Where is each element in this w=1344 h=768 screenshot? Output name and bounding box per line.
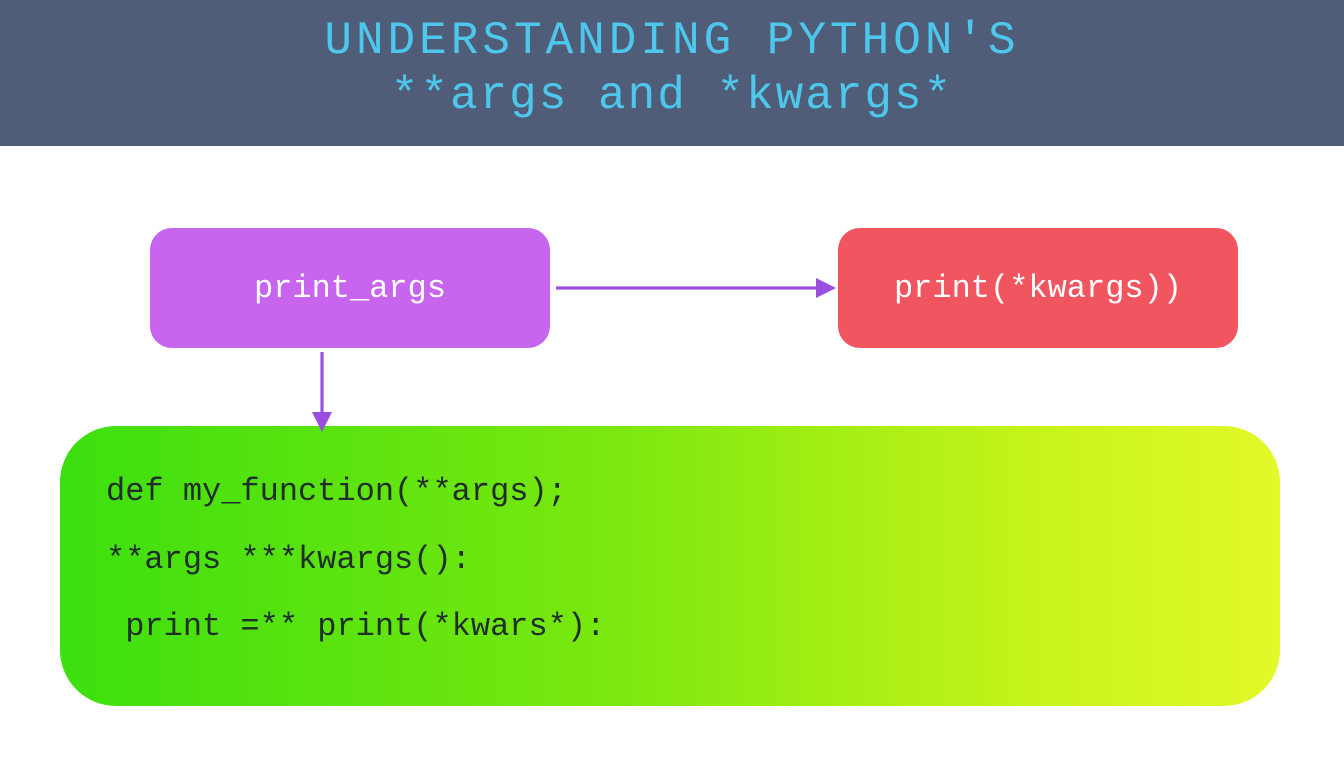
slide-header: UNDERSTANDING PYTHON'S **args and *kwarg…	[0, 0, 1344, 146]
node-print-kwargs-label: print(*kwargs))	[894, 270, 1182, 307]
code-line-1: def my_function(**args);	[106, 458, 1234, 525]
code-block: def my_function(**args); **args ***kwarg…	[60, 426, 1280, 706]
node-print-args: print_args	[150, 228, 550, 348]
code-line-3: print =** print(*kwars*):	[106, 593, 1234, 660]
code-line-2: **args ***kwargs():	[106, 526, 1234, 593]
node-print-args-label: print_args	[254, 270, 446, 307]
title-line-2: **args and *kwargs*	[0, 69, 1344, 124]
node-print-kwargs: print(*kwargs))	[838, 228, 1238, 348]
title-line-1: UNDERSTANDING PYTHON'S	[0, 14, 1344, 69]
diagram-canvas: print_args print(*kwargs)) def my_functi…	[0, 146, 1344, 768]
arrow-right-head-icon	[816, 278, 836, 298]
